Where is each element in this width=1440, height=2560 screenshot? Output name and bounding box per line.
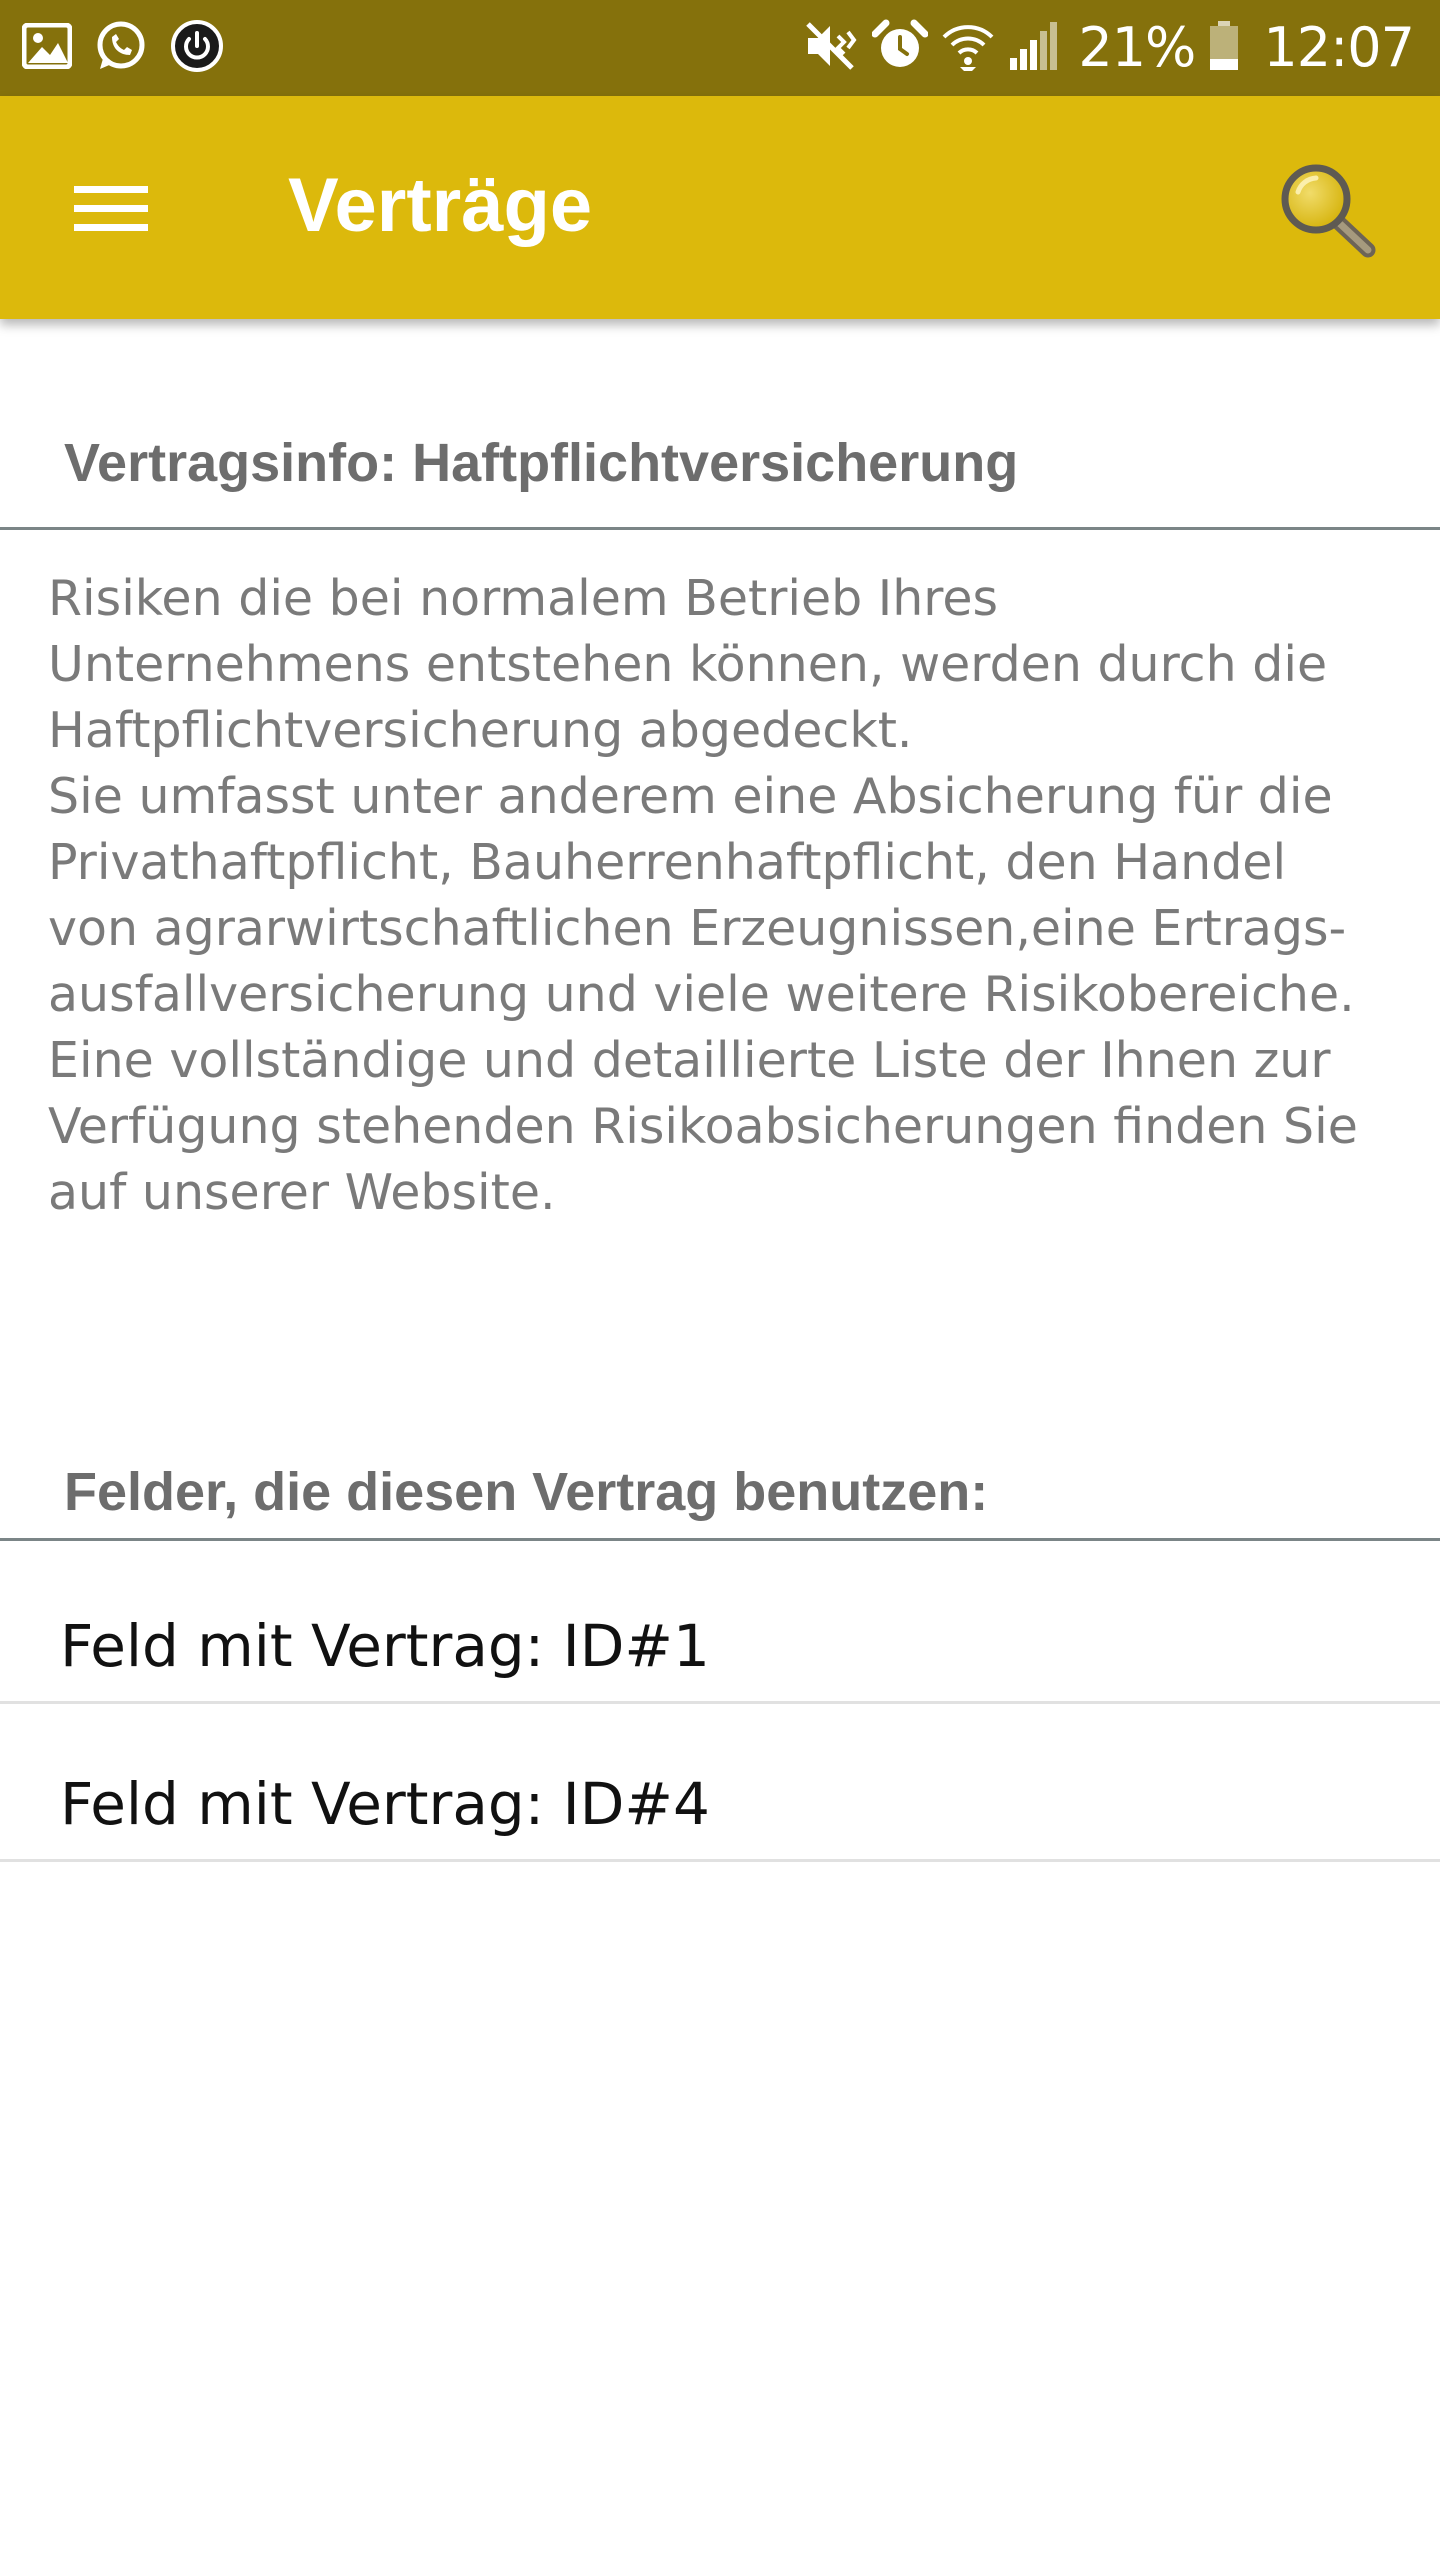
field-item-label: Feld mit Vertrag: ID#1: [60, 1612, 710, 1680]
vibrate-icon: [802, 20, 858, 77]
battery-percentage: 21%: [1078, 16, 1196, 79]
power-app-icon: [170, 19, 224, 78]
status-time: 12:07: [1263, 16, 1415, 79]
contract-description: Risiken die bei normalem Betrieb Ihres U…: [48, 570, 1358, 1221]
page-title: Verträge: [288, 163, 593, 248]
search-button[interactable]: [1274, 156, 1380, 262]
list-item[interactable]: Feld mit Vertrag: ID#4: [0, 1704, 1440, 1862]
list-item[interactable]: Feld mit Vertrag: ID#1: [0, 1541, 1440, 1704]
status-bar: 21% 12:07: [0, 0, 1440, 96]
gallery-icon: [21, 22, 73, 74]
wifi-icon: [942, 21, 994, 76]
whatsapp-icon: [94, 19, 148, 78]
app-bar: Verträge: [0, 96, 1440, 319]
alarm-icon: [871, 18, 929, 79]
contract-info-header: Vertragsinfo: Haftpflichtversicherung: [64, 433, 1019, 493]
fields-section-header: Felder, die diesen Vertrag benutzen:: [64, 1462, 989, 1522]
field-list: Feld mit Vertrag: ID#1 Feld mit Vertrag:…: [0, 1541, 1440, 1862]
battery-icon: [1209, 20, 1239, 76]
status-left-icons: [21, 18, 224, 78]
menu-button[interactable]: [68, 178, 154, 240]
signal-icon: [1008, 21, 1058, 75]
section-divider: [0, 527, 1440, 530]
search-icon: [1274, 164, 1380, 266]
status-right-icons: 21% 12:07: [802, 14, 1415, 82]
field-item-label: Feld mit Vertrag: ID#4: [60, 1770, 710, 1838]
